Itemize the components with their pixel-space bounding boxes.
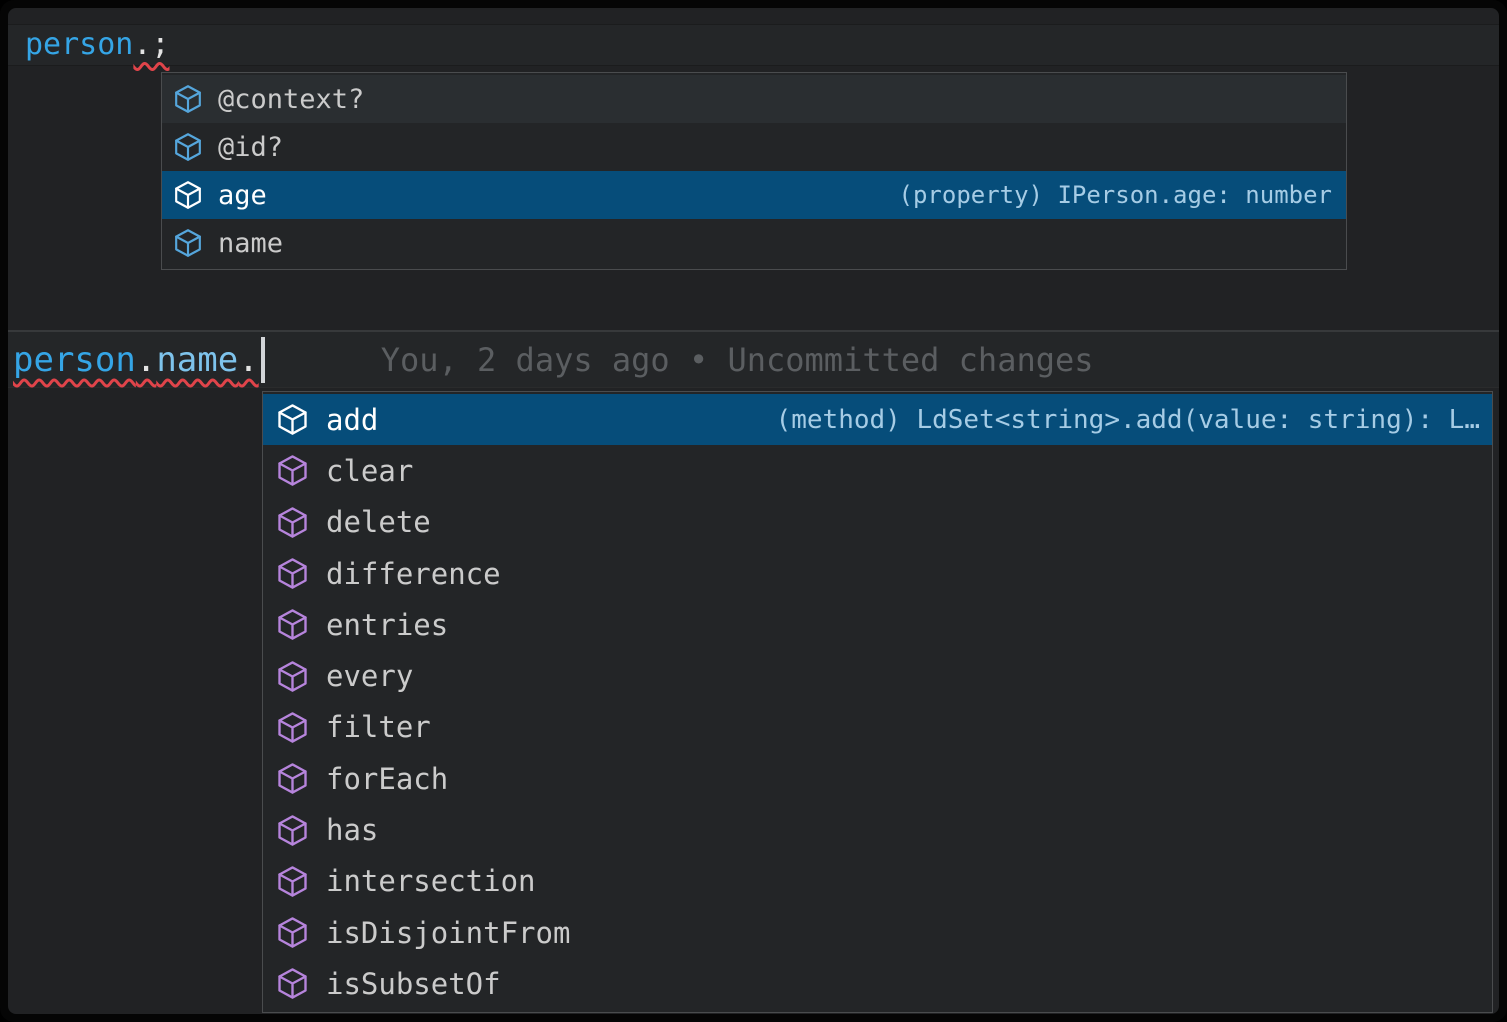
suggestion-detail: (method) LdSet<string>.add(value: string… (776, 405, 1480, 435)
suggestion-item-difference[interactable]: difference (263, 548, 1492, 599)
code-line-person-semicolon[interactable]: person.; (25, 25, 170, 65)
suggestion-item-filter[interactable]: filter (263, 702, 1492, 753)
current-line-highlight-top: person.; (8, 24, 1499, 66)
suggestion-label: @context? (218, 84, 364, 115)
suggestion-label: isSubsetOf (326, 967, 501, 1001)
suggestion-item-entries[interactable]: entries (263, 599, 1492, 650)
suggestion-label: entries (326, 608, 448, 642)
symbol-field-icon (173, 228, 203, 258)
suggestion-item-age[interactable]: age (property) IPerson.age: number (162, 171, 1346, 219)
symbol-method-icon (276, 711, 309, 744)
symbol-method-icon (276, 762, 309, 795)
symbol-method-icon (276, 557, 309, 590)
suggestion-label: @id? (218, 132, 283, 163)
symbol-method-icon (276, 916, 309, 949)
symbol-method-icon (276, 865, 309, 898)
code-token-property: name (156, 340, 238, 380)
code-token-punct: . (136, 340, 156, 380)
suggest-widget-top: @context? @id? age (property) IPerson.age: … (161, 72, 1347, 270)
error-squiggle: person.name. (13, 340, 259, 380)
symbol-method-icon (276, 660, 309, 693)
symbol-method-icon (276, 454, 309, 487)
suggestion-detail: (property) IPerson.age: number (899, 181, 1332, 209)
suggestion-label: filter (326, 710, 431, 744)
code-token-variable: person (13, 340, 136, 380)
suggestion-label: isDisjointFrom (326, 916, 570, 950)
code-line-person-name[interactable]: person.name. (13, 334, 259, 386)
error-squiggle: .; (133, 27, 169, 62)
text-cursor (261, 337, 265, 383)
code-token-punct: . (238, 340, 258, 380)
symbol-method-icon (276, 814, 309, 847)
suggestion-label: every (326, 659, 413, 693)
suggestion-label: name (218, 228, 283, 259)
suggestion-item-every[interactable]: every (263, 650, 1492, 701)
suggestion-item-issubsetof[interactable]: isSubsetOf (263, 958, 1492, 1009)
suggestion-item-intersection[interactable]: intersection (263, 856, 1492, 907)
suggestion-item-delete[interactable]: delete (263, 497, 1492, 548)
code-token-punct: .; (133, 27, 169, 62)
suggestion-label: add (326, 403, 378, 437)
suggestion-label: age (218, 180, 267, 211)
suggestion-item-add[interactable]: add (method) LdSet<string>.add(value: str… (263, 394, 1492, 445)
suggestion-item-isdisjointfrom[interactable]: isDisjointFrom (263, 907, 1492, 958)
current-line-highlight-bottom: person.name. You, 2 days ago • Uncommitt… (8, 330, 1499, 388)
symbol-field-icon (173, 84, 203, 114)
suggestion-label: has (326, 813, 378, 847)
symbol-field-icon (173, 180, 203, 210)
suggest-widget-bottom: add (method) LdSet<string>.add(value: str… (262, 391, 1493, 1013)
suggestion-item-name[interactable]: name (162, 219, 1346, 267)
suggestion-label: forEach (326, 762, 448, 796)
suggestion-item-has[interactable]: has (263, 804, 1492, 855)
suggestion-item-context[interactable]: @context? (162, 75, 1346, 123)
suggestion-label: difference (326, 557, 501, 591)
code-editor[interactable]: person.; person.name. You, 2 days ago • … (8, 8, 1499, 1014)
suggestion-item-foreach[interactable]: forEach (263, 753, 1492, 804)
suggestion-label: intersection (326, 864, 536, 898)
symbol-method-icon (276, 506, 309, 539)
suggestion-item-id[interactable]: @id? (162, 123, 1346, 171)
git-blame-annotation: You, 2 days ago • Uncommitted changes (381, 341, 1094, 379)
suggestion-item-clear[interactable]: clear (263, 445, 1492, 496)
symbol-method-icon (276, 608, 309, 641)
symbol-field-icon (173, 132, 203, 162)
symbol-method-icon (276, 967, 309, 1000)
suggestion-label: delete (326, 505, 431, 539)
symbol-method-icon (276, 403, 309, 436)
screenshot-frame: person.; person.name. You, 2 days ago • … (0, 0, 1507, 1022)
suggestion-label: clear (326, 454, 413, 488)
code-token-variable: person (25, 27, 133, 62)
